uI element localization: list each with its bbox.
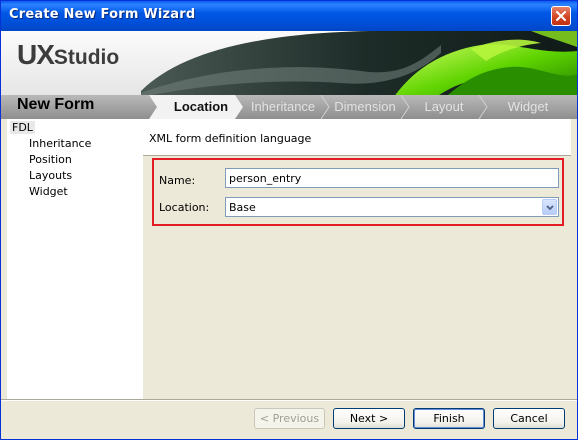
header-divider	[143, 155, 571, 156]
logo-studio: Studio	[53, 46, 120, 69]
uxstudio-logo: UXStudio	[17, 39, 119, 71]
form-fields-group: Name: person_entry Location: Base	[152, 158, 564, 226]
name-label: Name:	[159, 174, 196, 187]
tree-item-widget[interactable]: Widget	[29, 185, 68, 198]
tree-item-position[interactable]: Position	[29, 153, 72, 166]
location-label: Location:	[159, 201, 210, 214]
location-select-value: Base	[229, 201, 256, 214]
previous-button[interactable]: < Previous	[254, 408, 325, 429]
logo-ux: UX	[17, 39, 55, 70]
name-input-value: person_entry	[229, 172, 302, 185]
tree-root-fdl[interactable]: FDL	[10, 121, 35, 134]
chevron-down-icon	[546, 205, 554, 211]
cancel-button[interactable]: Cancel	[493, 408, 565, 429]
step-tree: FDL Inheritance Position Layouts Widget	[7, 119, 143, 399]
footer-divider-highlight	[1, 400, 577, 401]
content-panel: XML form definition language Name: perso…	[143, 119, 571, 399]
content-header: XML form definition language	[143, 119, 571, 155]
tree-item-inheritance[interactable]: Inheritance	[29, 137, 91, 150]
name-input[interactable]: person_entry	[225, 168, 559, 188]
title-bar[interactable]: Create New Form Wizard	[1, 1, 577, 31]
wizard-banner: UXStudio New Form Location Inheritance D…	[1, 31, 577, 119]
content-description: XML form definition language	[149, 132, 312, 145]
step-location: Location	[173, 99, 229, 114]
step-widget: Widget	[507, 99, 549, 114]
step-breadcrumb: Location Inheritance Dimension Layout Wi…	[143, 95, 577, 119]
location-dropdown-button[interactable]	[542, 199, 557, 215]
step-inheritance: Inheritance	[250, 99, 316, 114]
page-name: New Form	[17, 96, 95, 113]
close-icon	[556, 11, 566, 21]
window-title: Create New Form Wizard	[9, 7, 196, 22]
finish-button[interactable]: Finish	[413, 408, 485, 429]
tree-item-layouts[interactable]: Layouts	[29, 169, 72, 182]
banner-artwork	[141, 31, 577, 101]
close-button[interactable]	[551, 6, 571, 26]
location-select[interactable]: Base	[225, 197, 559, 217]
step-dimension: Dimension	[334, 99, 396, 114]
step-layout: Layout	[424, 99, 464, 114]
wizard-window: Create New Form Wizard UXStudio New Form…	[0, 0, 578, 440]
next-button[interactable]: Next >	[333, 408, 405, 429]
